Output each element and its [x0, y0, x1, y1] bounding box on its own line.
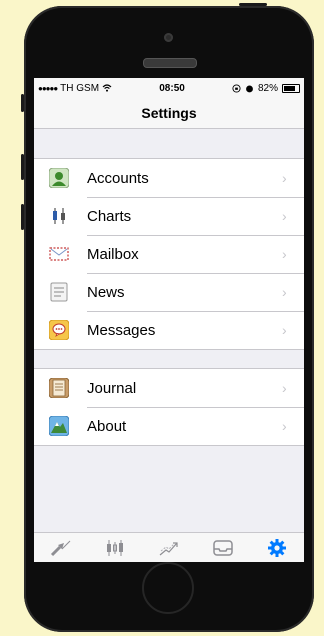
volume-up-button [21, 154, 24, 180]
wifi-icon [102, 84, 112, 92]
battery-icon [282, 83, 300, 93]
clock: 08:50 [159, 82, 185, 94]
settings-row-charts[interactable]: Charts › [34, 197, 304, 235]
tab-trade[interactable] [149, 536, 189, 560]
carrier-name: TH GSM [60, 82, 100, 94]
row-label: Mailbox [87, 245, 139, 263]
journal-icon [49, 378, 69, 398]
charts-icon [49, 206, 69, 226]
history-icon [213, 539, 233, 556]
chevron-right-icon: › [282, 246, 287, 262]
chevron-right-icon: › [282, 170, 287, 186]
row-label: Accounts [87, 169, 149, 187]
chevron-right-icon: › [282, 418, 287, 434]
settings-group-main: Accounts › Charts › Mailbox › News › Mes… [34, 158, 304, 350]
settings-row-messages[interactable]: Messages › [34, 311, 304, 349]
chevron-right-icon: › [282, 208, 287, 224]
settings-group-secondary: Journal › About › [34, 368, 304, 446]
earpiece-speaker [143, 58, 197, 68]
settings-row-journal[interactable]: Journal › [34, 369, 304, 407]
phone-frame: ●●●●● TH GSM 08:50 82% Settings Accounts… [21, 3, 314, 632]
row-label: Journal [87, 379, 137, 397]
tab-chart[interactable] [95, 536, 135, 560]
tab-settings[interactable] [257, 536, 297, 560]
alarm-icon [246, 85, 253, 92]
page-title: Settings [34, 98, 304, 129]
tab-bar [34, 532, 304, 562]
screen: ●●●●● TH GSM 08:50 82% Settings Accounts… [34, 78, 304, 562]
messages-icon [49, 320, 69, 340]
accounts-icon [49, 168, 69, 188]
volume-down-button [21, 204, 24, 230]
rotation-lock-icon [232, 83, 241, 93]
settings-row-accounts[interactable]: Accounts › [34, 159, 304, 197]
power-button [239, 3, 267, 6]
news-icon [49, 282, 69, 302]
mute-switch [21, 94, 24, 112]
tab-history[interactable] [203, 536, 243, 560]
front-camera [164, 33, 173, 42]
settings-row-about[interactable]: About › [34, 407, 304, 445]
chart-icon [107, 539, 123, 556]
row-label: About [87, 417, 127, 435]
settings-row-mailbox[interactable]: Mailbox › [34, 235, 304, 273]
about-icon [49, 416, 69, 436]
quotes-icon [50, 540, 71, 556]
home-button[interactable] [142, 562, 194, 614]
chevron-right-icon: › [282, 322, 287, 338]
signal-dots-icon: ●●●●● [38, 83, 58, 93]
trade-icon [159, 541, 178, 555]
status-bar: ●●●●● TH GSM 08:50 82% [34, 78, 304, 98]
settings-gear-icon [268, 538, 286, 557]
tab-quotes[interactable] [41, 536, 81, 560]
row-label: Messages [87, 321, 156, 339]
chevron-right-icon: › [282, 380, 287, 396]
settings-row-news[interactable]: News › [34, 273, 304, 311]
row-label: News [87, 283, 125, 301]
battery-percent: 82% [257, 82, 278, 94]
row-label: Charts [87, 207, 132, 225]
mailbox-icon [49, 244, 69, 264]
chevron-right-icon: › [282, 284, 287, 300]
